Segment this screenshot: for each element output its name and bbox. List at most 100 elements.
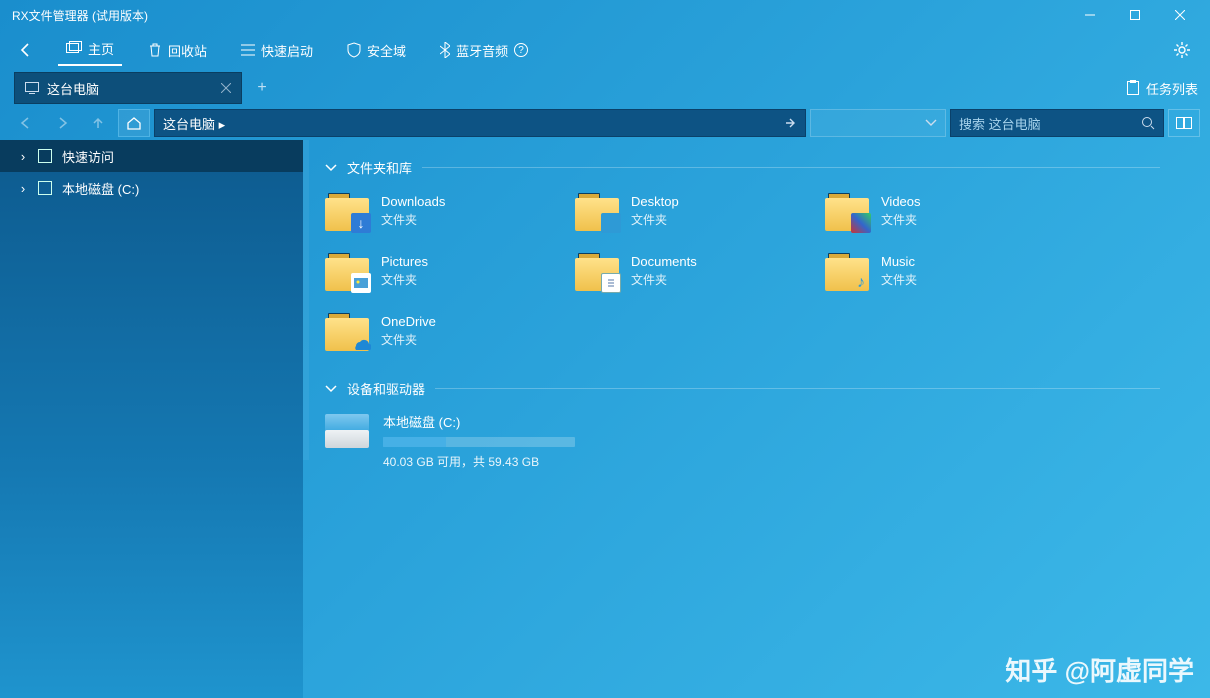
chevron-right-icon: › bbox=[18, 149, 28, 164]
nav-back-button[interactable] bbox=[10, 109, 42, 137]
toolbar-safezone-label: 安全域 bbox=[367, 41, 406, 60]
new-tab-button[interactable]: + bbox=[246, 72, 278, 104]
divider bbox=[435, 388, 1160, 389]
help-icon: ? bbox=[514, 43, 528, 57]
folder-downloads[interactable]: ↓ Downloads 文件夹 bbox=[325, 191, 575, 231]
shield-icon bbox=[347, 42, 361, 58]
titlebar: RX文件管理器 (试用版本) bbox=[0, 0, 1210, 30]
bluetooth-icon bbox=[440, 42, 450, 58]
tab-this-pc[interactable]: 这台电脑 bbox=[14, 72, 242, 104]
toolbar-recycle[interactable]: 回收站 bbox=[140, 37, 215, 64]
tabs-icon bbox=[66, 41, 82, 55]
sidebar-quick-label: 快速访问 bbox=[62, 147, 114, 166]
nav-up-button[interactable] bbox=[82, 109, 114, 137]
go-icon[interactable] bbox=[783, 116, 797, 130]
tab-close-icon[interactable] bbox=[221, 83, 231, 93]
clipboard-icon bbox=[1126, 80, 1140, 96]
folder-icon bbox=[825, 191, 869, 231]
section-folders-header: 文件夹和库 bbox=[325, 158, 1210, 177]
drive-usage-bar bbox=[383, 437, 575, 447]
task-list-label: 任务列表 bbox=[1146, 79, 1198, 98]
layout-toggle-button[interactable] bbox=[1168, 109, 1200, 137]
toolbar-quicklaunch[interactable]: 快速启动 bbox=[233, 37, 321, 64]
folder-type: 文件夹 bbox=[631, 211, 679, 228]
toolbar-home[interactable]: 主页 bbox=[58, 35, 122, 66]
search-placeholder: 搜索 这台电脑 bbox=[959, 114, 1141, 133]
collapse-toggle-folders[interactable] bbox=[325, 164, 337, 172]
splitter-handle[interactable] bbox=[303, 140, 309, 460]
maximize-button[interactable] bbox=[1112, 0, 1157, 30]
folder-name: Documents bbox=[631, 254, 697, 269]
window-controls bbox=[1067, 0, 1202, 30]
sidebar: › 快速访问 › 本地磁盘 (C:) bbox=[0, 140, 303, 698]
drive-stat: 40.03 GB 可用，共 59.43 GB bbox=[383, 453, 575, 470]
search-icon bbox=[1141, 116, 1155, 130]
chevron-down-icon bbox=[925, 119, 937, 127]
minimize-button[interactable] bbox=[1067, 0, 1112, 30]
pc-icon bbox=[38, 149, 52, 163]
drive-icon bbox=[325, 414, 369, 448]
pc-icon bbox=[25, 82, 39, 94]
section-drives-header: 设备和驱动器 bbox=[325, 379, 1210, 398]
folder-icon: ♪ bbox=[825, 251, 869, 291]
folder-videos[interactable]: Videos 文件夹 bbox=[825, 191, 1075, 231]
toolbar-bluetooth-label: 蓝牙音频 bbox=[456, 41, 508, 60]
navigation-bar: 这台电脑 ▸ 搜索 这台电脑 bbox=[0, 106, 1210, 140]
trash-icon bbox=[148, 42, 162, 58]
folder-icon bbox=[325, 311, 369, 351]
tab-bar: 这台电脑 + 任务列表 bbox=[0, 70, 1210, 106]
folder-name: Desktop bbox=[631, 194, 679, 209]
folder-name: Music bbox=[881, 254, 917, 269]
folder-name: Pictures bbox=[381, 254, 428, 269]
folder-icon bbox=[575, 251, 619, 291]
divider bbox=[422, 167, 1160, 168]
window-title: RX文件管理器 (试用版本) bbox=[8, 7, 1067, 24]
toolbar-recycle-label: 回收站 bbox=[168, 41, 207, 60]
folder-type: 文件夹 bbox=[881, 211, 921, 228]
tab-label: 这台电脑 bbox=[47, 79, 213, 98]
sidebar-item-quick-access[interactable]: › 快速访问 bbox=[0, 140, 303, 172]
address-bar[interactable]: 这台电脑 ▸ bbox=[154, 109, 806, 137]
main-toolbar: 主页 回收站 快速启动 安全域 蓝牙音频 ? bbox=[0, 30, 1210, 70]
close-button[interactable] bbox=[1157, 0, 1202, 30]
task-list-button[interactable]: 任务列表 bbox=[1126, 79, 1198, 98]
sidebar-disk-label: 本地磁盘 (C:) bbox=[62, 179, 139, 198]
toolbar-quicklaunch-label: 快速启动 bbox=[261, 41, 313, 60]
folder-type: 文件夹 bbox=[381, 211, 445, 228]
folder-pictures[interactable]: Pictures文件夹 bbox=[325, 251, 575, 291]
folder-icon bbox=[575, 191, 619, 231]
search-input[interactable]: 搜索 这台电脑 bbox=[950, 109, 1164, 137]
folder-onedrive[interactable]: OneDrive 文件夹 bbox=[325, 311, 575, 351]
folder-desktop[interactable]: Desktop 文件夹 bbox=[575, 191, 825, 231]
sidebar-item-local-disk[interactable]: › 本地磁盘 (C:) bbox=[0, 172, 303, 204]
filter-dropdown[interactable] bbox=[810, 109, 946, 137]
main-area: › 快速访问 › 本地磁盘 (C:) 文件夹和库 ↓ Downloads 文件夹 … bbox=[0, 140, 1210, 698]
settings-button[interactable] bbox=[1166, 34, 1198, 66]
list-icon bbox=[241, 43, 255, 57]
folder-music[interactable]: ♪ Music 文件夹 bbox=[825, 251, 1075, 291]
collapse-toggle-drives[interactable] bbox=[325, 385, 337, 393]
folder-name: OneDrive bbox=[381, 314, 436, 329]
toolbar-bluetooth[interactable]: 蓝牙音频 ? bbox=[432, 37, 536, 64]
section-folders-label: 文件夹和库 bbox=[347, 158, 412, 177]
content-pane: 文件夹和库 ↓ Downloads 文件夹 Desktop 文件夹 Videos 文件… bbox=[303, 140, 1210, 698]
chevron-right-icon: › bbox=[18, 181, 28, 196]
folder-name: Videos bbox=[881, 194, 921, 209]
toolbar-back-icon[interactable] bbox=[12, 42, 40, 58]
nav-home-button[interactable] bbox=[118, 109, 150, 137]
folder-icon: ↓ bbox=[325, 191, 369, 231]
folder-documents[interactable]: Documents 文件夹 bbox=[575, 251, 825, 291]
folder-name: Downloads bbox=[381, 194, 445, 209]
drive-icon bbox=[38, 181, 52, 195]
toolbar-home-label: 主页 bbox=[88, 39, 114, 58]
section-drives-label: 设备和驱动器 bbox=[347, 379, 425, 398]
toolbar-safezone[interactable]: 安全域 bbox=[339, 37, 414, 64]
nav-forward-button[interactable] bbox=[46, 109, 78, 137]
folder-type: 文件夹 bbox=[881, 271, 917, 288]
folder-type: 文件夹 bbox=[631, 271, 697, 288]
address-path: 这台电脑 ▸ bbox=[163, 114, 225, 133]
folder-type: 文件夹 bbox=[381, 331, 436, 348]
drive-local-c[interactable]: 本地磁盘 (C:) 40.03 GB 可用，共 59.43 GB bbox=[325, 412, 1210, 470]
drive-name: 本地磁盘 (C:) bbox=[383, 412, 575, 431]
folder-grid: ↓ Downloads 文件夹 Desktop 文件夹 Videos 文件夹 Pict… bbox=[325, 191, 1210, 351]
